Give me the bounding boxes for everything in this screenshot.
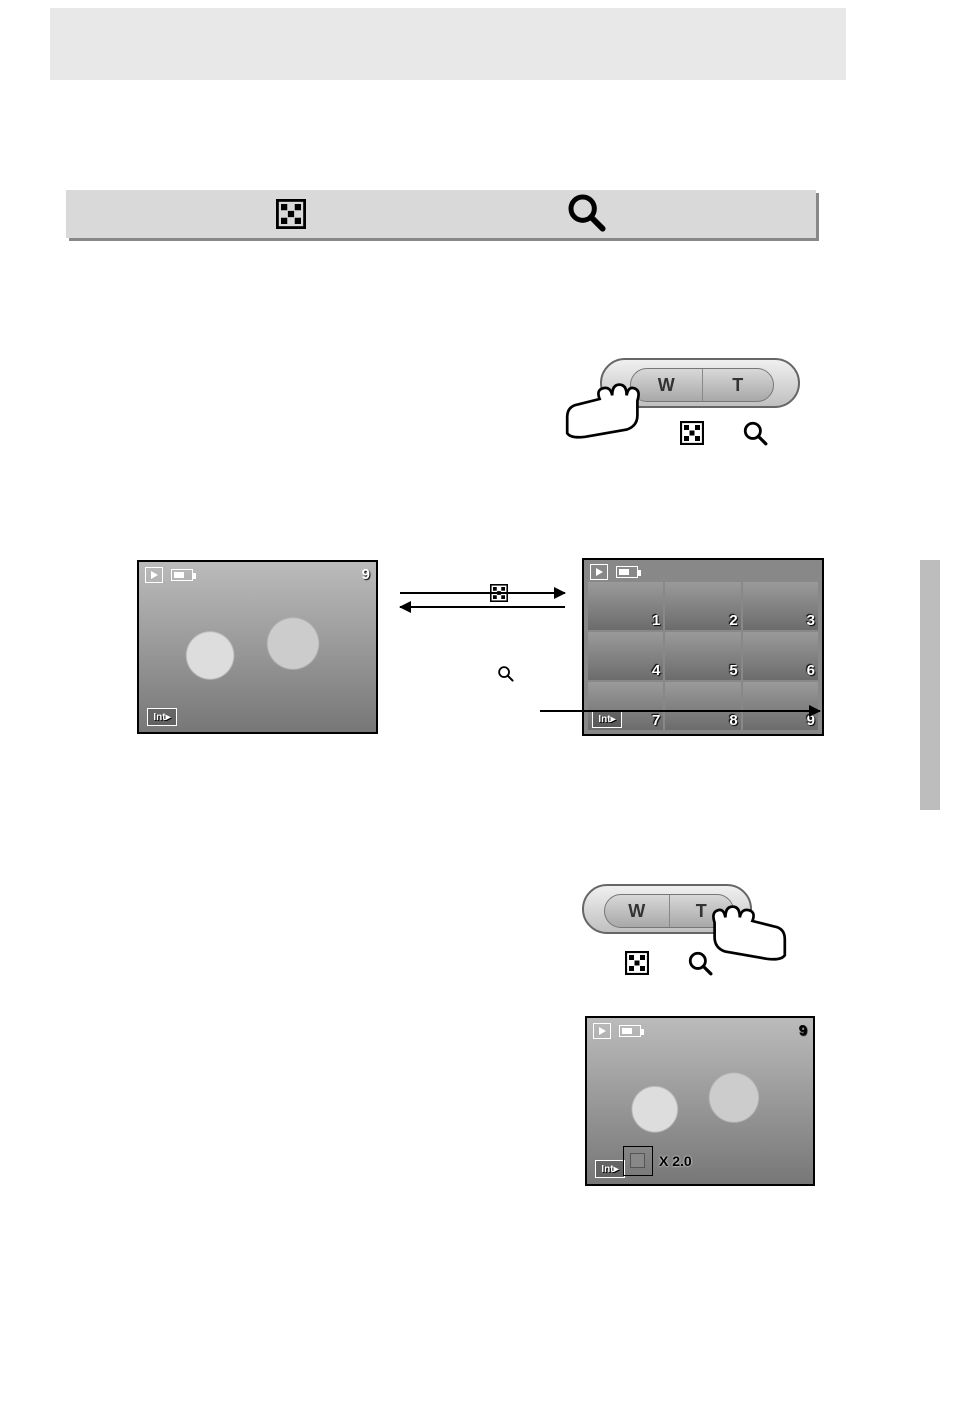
hand-icon	[702, 894, 792, 964]
playback-screen-single: 9 Int▸	[137, 560, 378, 734]
thumbnail-icon	[276, 199, 306, 234]
battery-icon	[619, 1025, 641, 1037]
osd-top-row	[590, 564, 816, 580]
frame-number: 9	[799, 1022, 807, 1039]
thumb-cell[interactable]: 8	[665, 682, 740, 730]
hand-icon	[560, 372, 650, 442]
battery-icon	[171, 569, 193, 581]
playback-mode-icon	[593, 1023, 611, 1039]
memory-int-badge: Int▸	[592, 710, 622, 728]
magnify-icon	[687, 950, 713, 981]
osd-top-row: 9	[593, 1022, 807, 1039]
thumbnail-icon	[490, 584, 508, 607]
zoom-ratio: X 2.0	[659, 1153, 692, 1169]
arrow-right	[400, 592, 565, 594]
playback-mode-icon	[145, 567, 163, 583]
zoom-position-box	[623, 1146, 653, 1176]
magnify-icon	[497, 665, 514, 687]
thumb-cell[interactable]: 3	[743, 582, 818, 630]
photo-placeholder	[139, 562, 376, 732]
zoom-indicator: X 2.0	[623, 1146, 692, 1176]
arrow-left	[400, 606, 565, 608]
playback-screen-zoomed: 9 Int▸ X 2.0	[585, 1016, 815, 1186]
transition-arrows	[400, 580, 565, 620]
memory-int-badge: Int▸	[147, 708, 177, 726]
thumbnail-grid: 1 2 3 4 5 6 7 8 9	[588, 582, 818, 730]
frame-number: 9	[362, 566, 370, 583]
section-heading-bar	[66, 190, 816, 238]
thumb-cell[interactable]: 4	[588, 632, 663, 680]
playback-mode-icon	[590, 564, 608, 580]
thumb-cell[interactable]: 9	[743, 682, 818, 730]
thumb-cell[interactable]: 2	[665, 582, 740, 630]
magnify-icon	[566, 192, 606, 237]
zoom-w-button[interactable]: W	[605, 895, 670, 927]
thumb-cell[interactable]: 6	[743, 632, 818, 680]
thumb-cell[interactable]: 1	[588, 582, 663, 630]
battery-icon	[616, 566, 638, 578]
thumb-cell[interactable]: 5	[665, 632, 740, 680]
osd-top-row: 9	[145, 566, 370, 583]
side-tab	[920, 560, 940, 810]
magnify-icon	[742, 420, 768, 451]
icon-row-2	[625, 950, 713, 981]
thumbnail-icon	[625, 951, 649, 980]
thumbnail-icon	[680, 421, 704, 450]
memory-int-badge: Int▸	[595, 1160, 625, 1178]
selection-arrow	[540, 710, 820, 712]
icon-row-1	[680, 420, 768, 451]
top-banner	[50, 8, 846, 80]
zoom-t-button[interactable]: T	[703, 369, 774, 401]
